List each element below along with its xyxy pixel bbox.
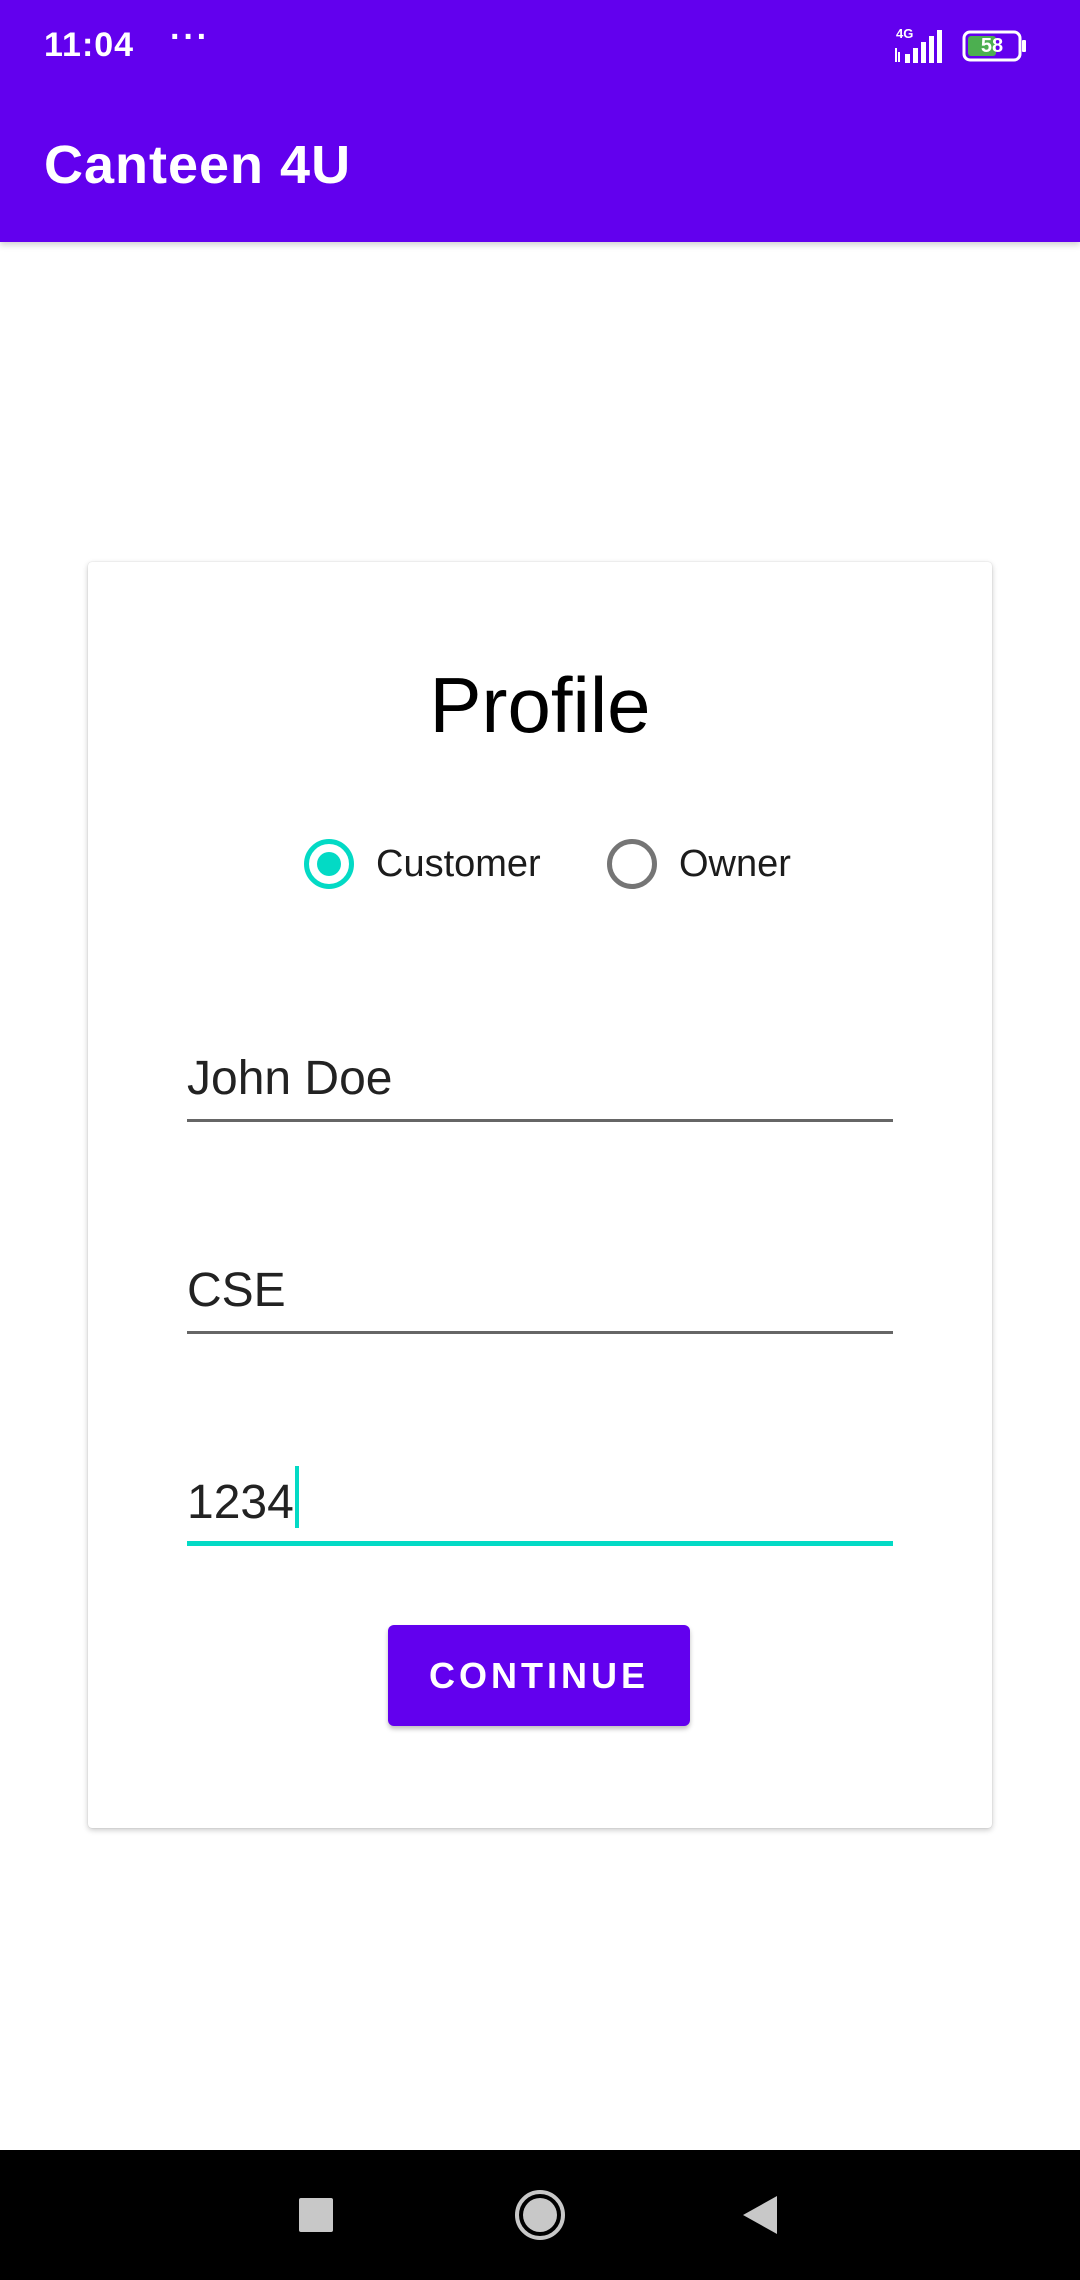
back-icon[interactable] xyxy=(725,2180,795,2250)
id-value-wrap: 1234 xyxy=(187,1466,299,1530)
department-field[interactable]: CSE xyxy=(187,1244,893,1334)
role-label-customer: Customer xyxy=(376,842,541,885)
profile-card: Profile Customer Owner John Doe CSE 1234… xyxy=(88,562,992,1828)
role-label-owner: Owner xyxy=(679,842,791,885)
role-option-customer[interactable]: Customer xyxy=(304,834,541,894)
name-underline xyxy=(187,1119,893,1122)
continue-button[interactable]: CONTINUE xyxy=(388,1625,690,1726)
status-bar: 11:04 ··· 4G 58 xyxy=(0,0,1080,96)
battery-level: 58 xyxy=(980,35,1004,57)
home-icon[interactable] xyxy=(505,2180,575,2250)
name-field[interactable]: John Doe xyxy=(187,1032,893,1122)
id-field[interactable]: 1234 xyxy=(187,1456,893,1546)
department-value: CSE xyxy=(187,1264,286,1317)
app-bar: 11:04 ··· 4G 58 Canteen 4U xyxy=(0,0,1080,242)
id-value: 1234 xyxy=(187,1476,294,1529)
text-cursor xyxy=(294,1466,299,1528)
more-notifications-icon: ··· xyxy=(170,18,210,56)
profile-title: Profile xyxy=(429,661,651,749)
recent-apps-icon[interactable] xyxy=(281,2180,351,2250)
id-underline xyxy=(187,1541,893,1546)
status-time: 11:04 xyxy=(44,26,135,64)
role-option-owner[interactable]: Owner xyxy=(607,834,791,894)
navigation-bar xyxy=(0,2150,1080,2280)
department-underline xyxy=(187,1331,893,1334)
radio-unchecked-icon[interactable] xyxy=(607,839,657,889)
battery-icon: 58 xyxy=(962,30,1028,62)
app-title: Canteen 4U xyxy=(44,135,352,195)
radio-checked-icon[interactable] xyxy=(304,839,354,889)
signal-icon: 4G xyxy=(892,26,952,64)
name-value: John Doe xyxy=(187,1052,393,1105)
